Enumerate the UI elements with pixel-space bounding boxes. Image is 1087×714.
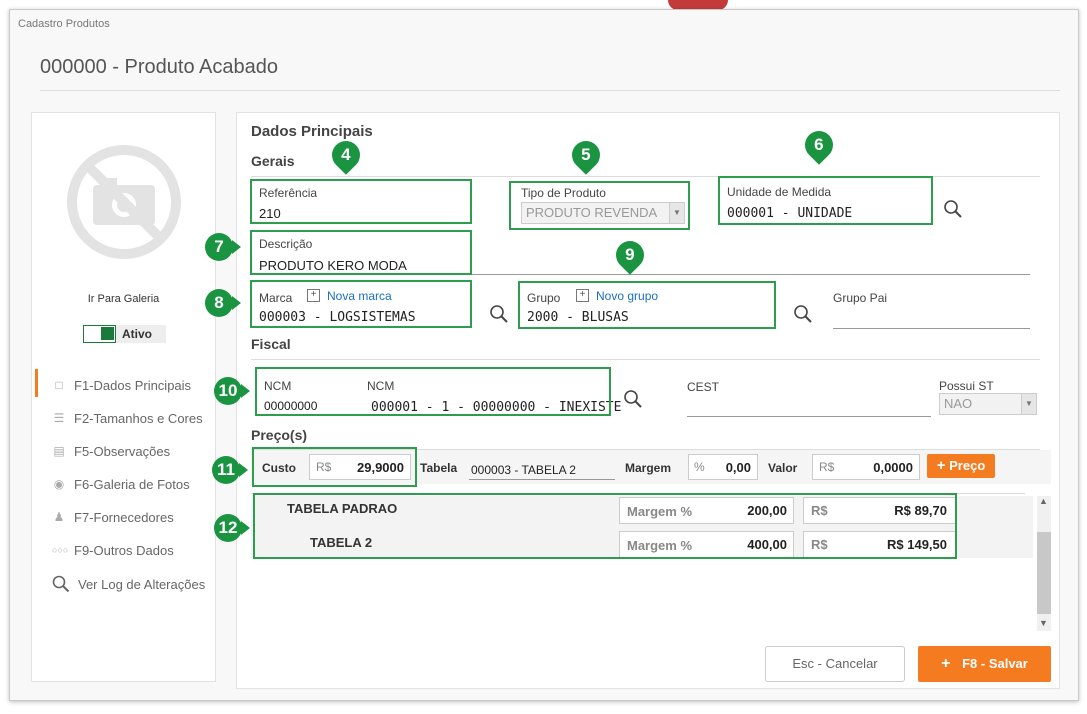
plus-icon: + [941,655,951,672]
cancel-button[interactable]: Esc - Cancelar [765,646,905,682]
menu-item-log-alteracoes[interactable]: Ver Log de Alterações [52,575,205,593]
search-icon[interactable] [489,304,509,324]
window-title: Cadastro Produtos [18,18,110,30]
plus-icon: + [936,457,946,474]
annotation-badge: 7 [205,233,241,261]
grupo-pai-underline [833,328,1030,329]
possui-st-label: Possui ST [939,379,994,393]
highlight-marca [250,280,472,328]
menu-item-label: F6-Galeria de Fotos [74,477,190,492]
gerais-title: Gerais [251,153,295,169]
menu-item-outros-dados[interactable]: ○○○ F9-Outros Dados [52,543,174,558]
menu-item-observacoes[interactable]: ▤ F5-Observações [52,444,170,459]
valor-value: 0,0000 [873,460,913,475]
grupo-pai-label: Grupo Pai [833,291,888,305]
section-title: Dados Principais [251,123,373,140]
highlight-price-tables [253,493,957,559]
highlight-descricao [250,230,472,275]
sidebar: Ir Para Galeria Ativo □ F1-Dados Princip… [31,112,216,682]
dots-icon: ○○○ [52,545,69,555]
chevron-down-icon[interactable]: ▼ [1039,618,1048,628]
tabela-underline [469,479,615,480]
highlight-unidade [718,176,933,225]
tabela-label: Tabela [420,461,458,475]
valor-input[interactable]: R$ 0,0000 [812,454,920,480]
chevron-down-icon: ▼ [1021,394,1036,414]
annotation-badge: 12 [214,514,250,542]
tabela-select[interactable]: 000003 - TABELA 2 [471,463,576,477]
cest-label: CEST [687,380,720,394]
document-icon: □ [55,378,63,392]
annotation-badge: 10 [214,377,250,405]
cest-underline[interactable] [687,416,931,417]
highlight-grupo [518,281,776,329]
menu-item-label: F5-Observações [74,444,171,459]
annotation-badge: 8 [205,289,241,317]
annotation-badge: 11 [212,456,248,484]
product-window: Cadastro Produtos 000000 - Produto Acaba… [9,9,1079,701]
percent-label: % [694,460,705,474]
precos-title: Preço(s) [251,427,308,443]
menu-item-tamanhos-cores[interactable]: ☰ F2-Tamanhos e Cores [52,411,203,426]
active-label: Ativo [116,325,166,343]
active-menu-indicator [35,369,38,397]
fiscal-title: Fiscal [251,336,291,352]
highlight-ncm [255,367,611,416]
margem-input[interactable]: % 0,00 [688,454,758,480]
menu-item-galeria-fotos[interactable]: ◉ F6-Galeria de Fotos [52,477,190,492]
possui-st-select[interactable]: NAO ▼ [939,393,1037,415]
search-icon[interactable] [943,199,963,219]
menu-item-fornecedores[interactable]: ♟ F7-Fornecedores [52,510,174,525]
scrollbar[interactable]: ▲ ▼ [1037,496,1051,631]
margem-value: 0,00 [725,460,751,475]
camera-icon: ◉ [53,477,65,491]
save-label: F8 - Salvar [962,656,1028,671]
header-divider [40,90,1060,91]
currency-label: R$ [819,460,835,474]
menu-item-label: F9-Outros Dados [74,543,174,558]
margem-label: Margem [625,461,672,475]
page-title: 000000 - Produto Acabado [40,56,278,78]
supplier-icon: ♟ [53,510,65,524]
possui-st-value: NAO [944,396,973,411]
fiscal-divider [251,359,1040,360]
menu-item-dados-principais[interactable]: □ F1-Dados Principais [52,378,191,393]
scrollbar-thumb[interactable] [1037,532,1051,614]
highlight-referencia [250,179,472,224]
no-image-icon [67,145,181,259]
notes-icon: ▤ [53,444,65,458]
add-price-button[interactable]: + Preço [927,454,995,478]
highlight-tipo-produto [509,181,690,230]
list-icon: ☰ [53,411,65,425]
search-icon[interactable] [623,389,643,409]
gallery-link[interactable]: Ir Para Galeria [32,293,215,305]
search-icon [52,575,70,593]
search-icon[interactable] [793,304,813,324]
menu-item-label: F7-Fornecedores [74,510,174,525]
valor-label: Valor [768,461,798,475]
menu-item-label: F2-Tamanhos e Cores [74,411,203,426]
add-price-label: Preço [949,458,986,473]
chevron-up-icon[interactable]: ▲ [1039,496,1048,506]
highlight-custo [252,447,417,487]
toggle-knob [101,327,114,340]
save-button[interactable]: + F8 - Salvar [918,646,1051,682]
menu-item-label: Ver Log de Alterações [78,576,206,592]
active-toggle[interactable] [83,325,116,343]
menu-item-label: F1-Dados Principais [74,378,192,393]
